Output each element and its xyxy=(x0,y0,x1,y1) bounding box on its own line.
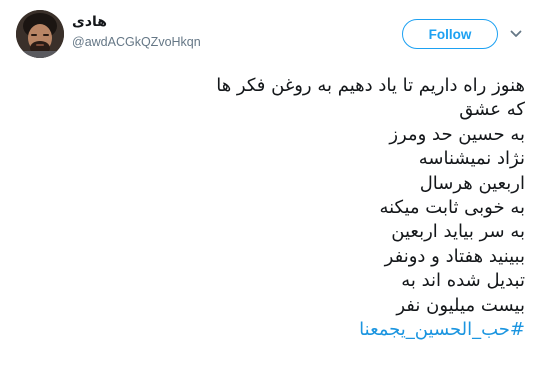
tweet-line: به حسین حد ومرز xyxy=(389,123,525,145)
tweet-text: هنوز راه داریم تا یاد دهیم به روغن فکر ه… xyxy=(25,74,525,342)
user-info: هادی @awdACGkQZvoHkqn xyxy=(72,13,312,50)
more-options-button[interactable] xyxy=(508,26,524,42)
tweet-line: به خوبی ثابت میکنه xyxy=(379,197,525,219)
hashtag-link[interactable]: #حب_الحسين_يجمعنا xyxy=(25,318,525,342)
tweet-line: بیست میلیون نفر xyxy=(396,294,525,316)
avatar-photo-icon xyxy=(16,10,64,58)
chevron-down-icon xyxy=(510,30,522,37)
tweet-line: تبدیل شده اند به xyxy=(401,270,525,292)
tweet-line: نژاد نمیشناسه xyxy=(418,148,525,170)
avatar[interactable] xyxy=(16,10,64,58)
display-name[interactable]: هادی xyxy=(72,13,312,31)
tweet-line: هنوز راه داریم تا یاد دهیم به روغن فکر ه… xyxy=(216,75,525,96)
tweet-header: هادی @awdACGkQZvoHkqn Follow xyxy=(0,0,547,68)
tweet-line: که عشق xyxy=(459,99,525,121)
follow-button[interactable]: Follow xyxy=(402,19,498,49)
tweet-line: اربعین هرسال xyxy=(419,172,525,194)
tweet-card: هادی @awdACGkQZvoHkqn Follow هنوز راه دا… xyxy=(0,0,547,385)
tweet-line: به سر بیاید اربعین xyxy=(391,221,525,243)
tweet-line: ببینید هفتاد و دونفر xyxy=(384,245,525,267)
screen-name[interactable]: @awdACGkQZvoHkqn xyxy=(72,34,312,50)
